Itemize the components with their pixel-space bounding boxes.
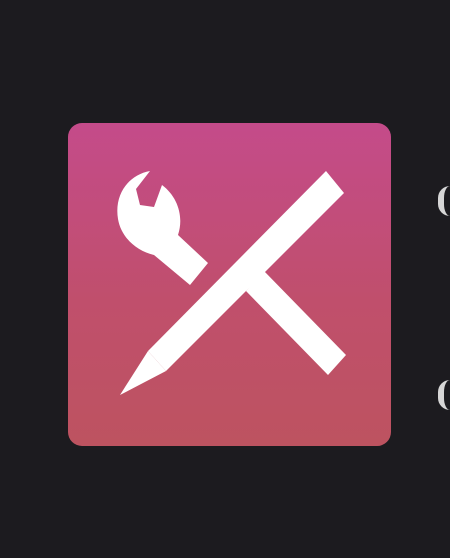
app-icon-tools[interactable] bbox=[68, 123, 391, 446]
pencil-icon bbox=[120, 171, 344, 395]
wrench-pencil-icon bbox=[117, 171, 346, 395]
partial-glyph-top bbox=[438, 186, 450, 216]
partial-glyph-bottom bbox=[438, 380, 450, 410]
screen bbox=[0, 0, 450, 558]
